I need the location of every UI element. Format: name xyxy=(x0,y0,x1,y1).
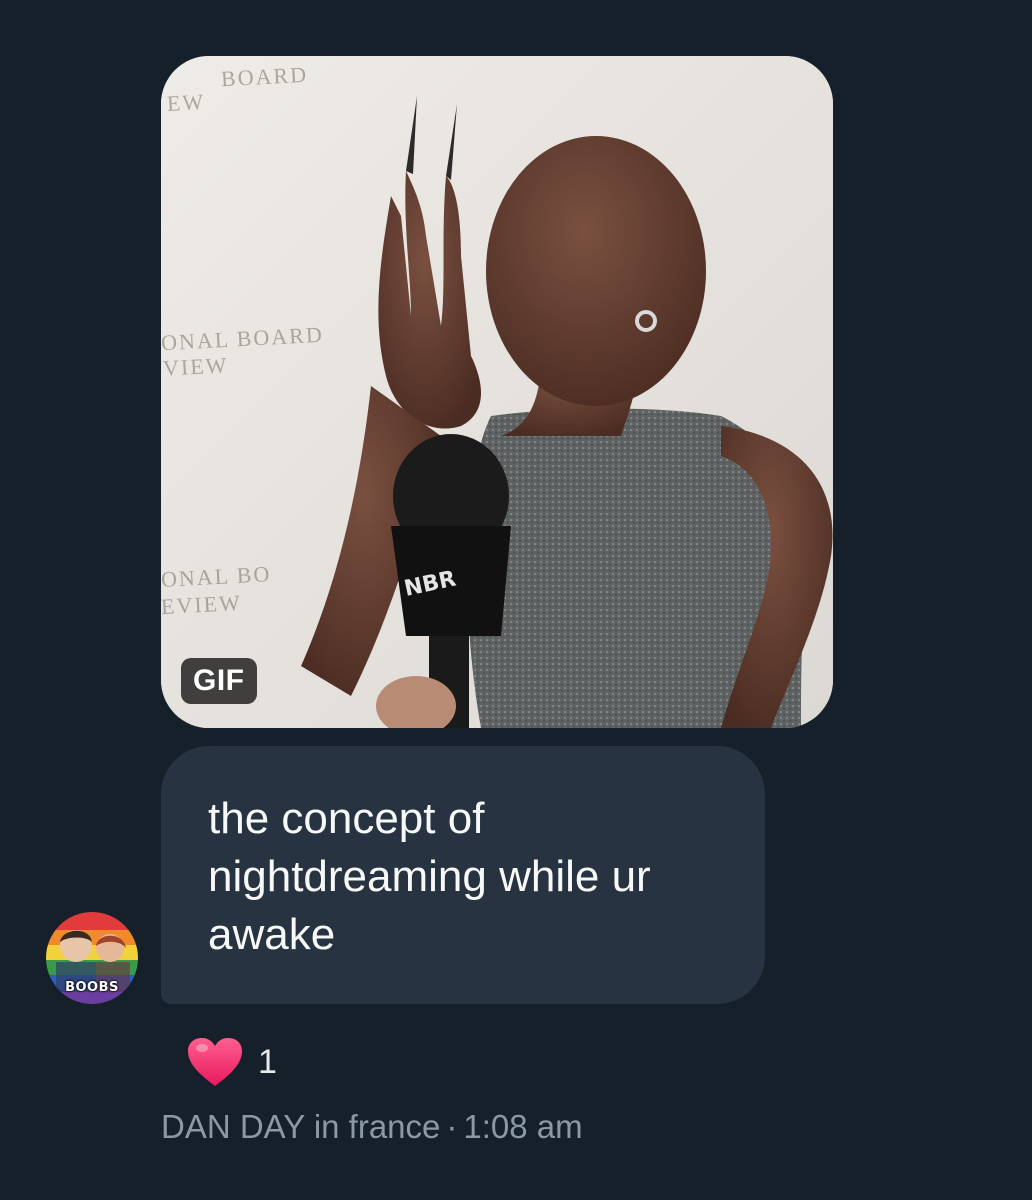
sender-name[interactable]: DAN DAY in france xyxy=(161,1108,440,1145)
gif-media[interactable]: NBR BOARD EW ONAL BOARD VIEW ONAL BO EVI… xyxy=(161,56,833,728)
backdrop-text: BOARD xyxy=(220,61,309,92)
message-meta: DAN DAY in france · 1:08 am xyxy=(161,1108,583,1146)
sender-avatar[interactable]: BOOBS xyxy=(46,912,138,1004)
gif-badge: GIF xyxy=(181,658,257,704)
reaction-pill[interactable]: 1 xyxy=(186,1034,277,1090)
message-time: 1:08 am xyxy=(463,1108,583,1145)
backdrop-text: VIEW xyxy=(162,352,230,381)
meta-separator: · xyxy=(446,1108,458,1145)
backdrop-text: EW xyxy=(166,89,206,116)
gif-frame-image: NBR xyxy=(161,56,833,728)
message-text: the concept of nightdreaming while ur aw… xyxy=(208,794,651,959)
reaction-count: 1 xyxy=(258,1042,277,1081)
heart-icon xyxy=(188,1038,242,1086)
message-bubble[interactable]: the concept of nightdreaming while ur aw… xyxy=(161,746,765,1004)
backdrop-text: EVIEW xyxy=(161,589,243,620)
dm-conversation: NBR BOARD EW ONAL BOARD VIEW ONAL BO EVI… xyxy=(0,0,1032,1200)
avatar-label: BOOBS xyxy=(65,980,119,995)
